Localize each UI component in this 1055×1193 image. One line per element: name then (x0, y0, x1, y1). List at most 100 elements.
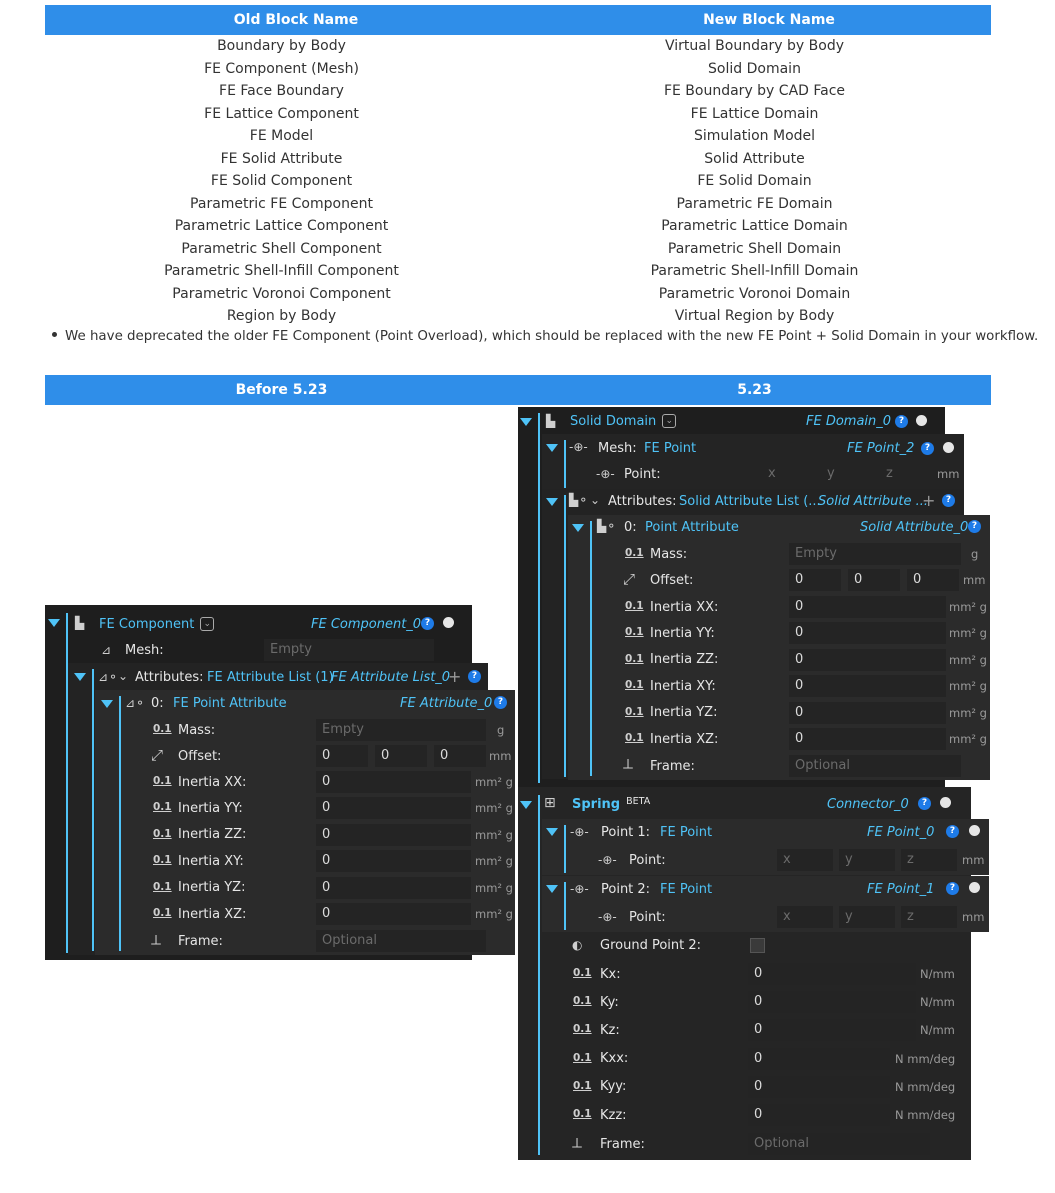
offset-z[interactable]: 0 (907, 569, 959, 591)
expand-icon[interactable] (572, 524, 584, 532)
point-z[interactable]: z (901, 906, 957, 928)
help-icon[interactable]: ? (946, 825, 959, 838)
inertia-field[interactable]: 0 (316, 903, 471, 925)
stiffness-field[interactable]: 0 (748, 963, 916, 985)
attributes-id[interactable]: FE Attribute List_0 (331, 665, 450, 689)
frame-field[interactable]: Optional (316, 930, 486, 952)
new-name-cell: Parametric Lattice Domain (661, 218, 848, 234)
expand-icon[interactable] (546, 444, 558, 452)
component-id[interactable]: FE Component_0 (311, 612, 421, 636)
chevron-down-icon[interactable]: ⌄ (200, 617, 215, 631)
add-icon[interactable]: + (448, 669, 461, 685)
expand-icon[interactable] (101, 700, 113, 708)
chevron-down-icon[interactable]: ⌄ (118, 668, 128, 684)
mass-field[interactable]: Empty (316, 719, 486, 741)
spring-id[interactable]: Connector_0 (827, 792, 909, 816)
help-icon[interactable]: ? (918, 797, 931, 810)
attributes-value[interactable]: Solid Attribute List (... (679, 489, 821, 513)
stiffness-field[interactable]: 0 (748, 1019, 916, 1042)
item-value[interactable]: FE Point Attribute (173, 691, 287, 715)
status-dot[interactable] (940, 797, 951, 808)
status-dot[interactable] (969, 825, 980, 836)
mesh-field[interactable]: Empty (264, 639, 434, 661)
help-icon[interactable]: ? (968, 520, 981, 533)
help-icon[interactable]: ? (942, 494, 955, 507)
domain-title[interactable]: Solid Domain (570, 414, 656, 429)
mesh-value[interactable]: FE Point (644, 436, 696, 460)
offset-y[interactable]: 0 (848, 569, 900, 591)
offset-z[interactable]: 0 (434, 745, 486, 767)
inertia-field[interactable]: 0 (316, 823, 471, 846)
expand-icon[interactable] (546, 498, 558, 506)
inertia-field[interactable]: 0 (316, 771, 471, 793)
inertia-field[interactable]: 0 (316, 797, 471, 820)
point1-value[interactable]: FE Point (660, 820, 712, 844)
point2-value[interactable]: FE Point (660, 877, 712, 901)
old-name-cell: Parametric Lattice Component (174, 218, 389, 234)
help-icon[interactable]: ? (946, 882, 959, 895)
offset-x[interactable]: 0 (316, 745, 368, 767)
item-id[interactable]: Solid Attribute_0 (860, 515, 968, 539)
point-x[interactable]: x (762, 463, 816, 485)
inertia-field[interactable]: 0 (789, 596, 946, 618)
expand-icon[interactable] (48, 619, 60, 627)
status-dot[interactable] (443, 617, 454, 628)
new-name-cell: Solid Attribute (704, 150, 805, 167)
component-title[interactable]: FE Component (99, 617, 194, 632)
inertia-field[interactable]: 0 (789, 648, 946, 671)
offset-x[interactable]: 0 (789, 569, 841, 591)
help-icon[interactable]: ? (421, 617, 434, 630)
chevron-down-icon[interactable]: ⌄ (590, 492, 600, 508)
chevron-down-icon[interactable]: ⌄ (662, 414, 677, 428)
inertia-field[interactable]: 0 (789, 701, 946, 724)
mass-field[interactable]: Empty (789, 543, 961, 565)
status-dot[interactable] (969, 882, 980, 893)
tree-line (564, 440, 566, 488)
ground-checkbox[interactable] (750, 938, 765, 953)
point-z[interactable]: z (901, 849, 957, 871)
new-name-cell: Virtual Region by Body (674, 308, 835, 324)
item-value[interactable]: Point Attribute (645, 515, 739, 539)
attributes-id[interactable]: Solid Attribute ... (818, 489, 928, 513)
expand-icon[interactable] (546, 885, 558, 893)
inertia-field[interactable]: 0 (789, 622, 946, 645)
expand-icon[interactable] (520, 418, 532, 426)
inertia-field[interactable]: 0 (316, 876, 471, 899)
help-icon[interactable]: ? (468, 670, 481, 683)
point-y[interactable]: y (839, 906, 895, 928)
stiffness-field[interactable]: 0 (748, 1047, 890, 1070)
point-y[interactable]: y (821, 463, 875, 485)
help-icon[interactable]: ? (494, 696, 507, 709)
attributes-value[interactable]: FE Attribute List (1) (207, 665, 334, 689)
point2-id[interactable]: FE Point_1 (867, 877, 934, 901)
point-z[interactable]: z (880, 463, 934, 485)
expand-icon[interactable] (520, 801, 532, 809)
point-x[interactable]: x (777, 849, 833, 871)
mesh-id[interactable]: FE Point_2 (847, 436, 914, 460)
point-y[interactable]: y (839, 849, 895, 871)
inertia-field[interactable]: 0 (789, 675, 946, 698)
inertia-field[interactable]: 0 (316, 850, 471, 873)
frame-field[interactable]: Optional (748, 1133, 930, 1155)
status-dot[interactable] (943, 442, 954, 453)
add-icon[interactable]: + (922, 493, 935, 509)
expand-icon[interactable] (74, 673, 86, 681)
point-attribute-icon: ⊿⚬ (125, 696, 146, 710)
frame-field[interactable]: Optional (789, 755, 961, 777)
spring-title[interactable]: Spring (572, 797, 620, 812)
stiffness-field[interactable]: 0 (748, 991, 916, 1014)
point-x[interactable]: x (777, 906, 833, 928)
point1-id[interactable]: FE Point_0 (867, 820, 934, 844)
item-id[interactable]: FE Attribute_0 (400, 691, 492, 715)
stiffness-field[interactable]: 0 (748, 1104, 890, 1126)
status-dot[interactable] (916, 415, 927, 426)
mass-label: Mass: (178, 722, 216, 738)
domain-id[interactable]: FE Domain_0 (806, 409, 891, 433)
help-icon[interactable]: ? (895, 415, 908, 428)
offset-y[interactable]: 0 (375, 745, 427, 767)
inertia-field[interactable]: 0 (789, 728, 946, 750)
stiffness-field[interactable]: 0 (748, 1075, 890, 1098)
expand-icon[interactable] (546, 828, 558, 836)
table-row: Boundary by Body Virtual Boundary by Body (45, 35, 991, 58)
help-icon[interactable]: ? (921, 442, 934, 455)
